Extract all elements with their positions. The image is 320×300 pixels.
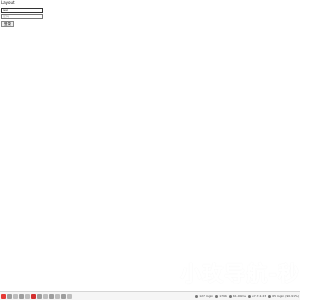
app-gray-icon[interactable] <box>37 293 42 299</box>
taskbar-status-label: 127 login <box>199 294 214 298</box>
taskbar-status-item: v7.7.2.23 <box>248 294 266 298</box>
app-red-icon[interactable] <box>1 293 6 299</box>
taskbar-icons <box>1 292 72 300</box>
taskbar-status-item: 61.00ms <box>228 294 246 298</box>
taskbar-status-label: 179K <box>219 294 227 298</box>
login-button[interactable]: 登录 <box>1 20 14 27</box>
app-gray-icon[interactable] <box>13 293 18 299</box>
app-gray-icon[interactable] <box>43 293 48 299</box>
check-icon <box>268 294 272 298</box>
username-input[interactable] <box>1 7 43 13</box>
taskbar-status-item: 127 login <box>195 294 213 298</box>
taskbar-status-label: 61.00ms <box>232 294 246 298</box>
user-icon <box>195 294 199 298</box>
app-red-icon[interactable] <box>31 293 36 299</box>
app-gray-icon[interactable] <box>7 293 12 299</box>
taskbar-status-label: v7.7.2.23 <box>252 294 267 298</box>
app-gray-icon[interactable] <box>19 293 24 299</box>
login-form: Layout 登录 <box>1 0 121 27</box>
taskbar-status-item: 179K <box>215 294 227 298</box>
brand-watermark: 小玫导航-秒 <box>180 262 300 286</box>
password-input[interactable] <box>1 13 43 19</box>
bottom-taskbar: 127 login 179K 61.00ms v7.7.2.23 65 login (9… <box>0 291 300 300</box>
taskbar-status-item: 65 login (90.91%) <box>268 294 299 298</box>
taskbar-status: 127 login 179K 61.00ms v7.7.2.23 65 login (9… <box>195 294 299 298</box>
login-title: Layout <box>1 0 15 5</box>
app-gray-icon[interactable] <box>55 293 60 299</box>
memory-icon <box>215 294 219 298</box>
app-gray-icon[interactable] <box>49 293 54 299</box>
version-icon <box>248 294 251 298</box>
app-gray-icon[interactable] <box>67 293 72 299</box>
app-gray-icon[interactable] <box>25 293 30 299</box>
taskbar-status-label: 65 login (90.91%) <box>272 294 299 298</box>
app-gray-icon[interactable] <box>61 293 66 299</box>
timer-icon <box>228 294 232 298</box>
